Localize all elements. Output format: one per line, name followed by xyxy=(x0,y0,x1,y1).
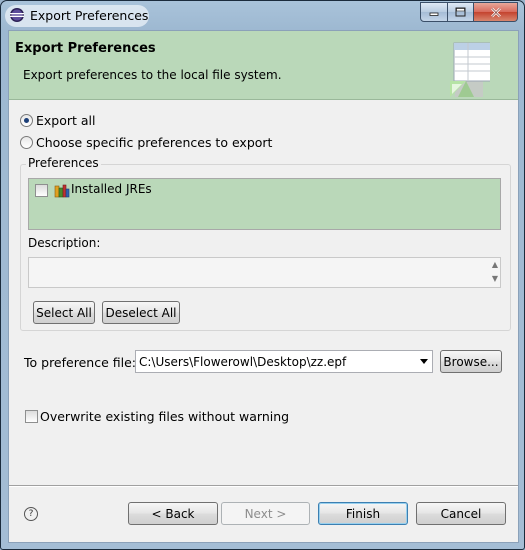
banner-description: Export preferences to the local file sys… xyxy=(23,68,282,82)
scroll-up-icon[interactable]: ▲ xyxy=(492,260,498,269)
wizard-banner: Export Preferences Export preferences to… xyxy=(9,31,518,100)
next-button: Next > xyxy=(221,502,310,525)
minimize-button[interactable] xyxy=(420,2,448,22)
window-title: Export Preferences xyxy=(30,8,149,23)
close-button[interactable] xyxy=(474,2,518,22)
eclipse-icon xyxy=(10,8,24,22)
minimize-icon xyxy=(429,12,439,16)
scroll-down-icon[interactable]: ▼ xyxy=(492,274,498,283)
overwrite-label[interactable]: Overwrite existing files without warning xyxy=(40,409,289,424)
maximize-icon xyxy=(455,7,466,17)
browse-button[interactable]: Browse... xyxy=(440,350,502,373)
description-label: Description: xyxy=(28,236,101,250)
choose-specific-radio[interactable] xyxy=(20,136,33,149)
choose-specific-label[interactable]: Choose specific preferences to export xyxy=(36,135,272,150)
select-all-button[interactable]: Select All xyxy=(33,301,95,324)
export-wizard-icon xyxy=(450,42,490,97)
title-bar[interactable]: Export Preferences xyxy=(1,1,524,30)
footer-separator xyxy=(9,485,518,487)
export-preferences-window: Export Preferences Export Preferences Ex… xyxy=(0,0,525,550)
installed-jres-checkbox[interactable] xyxy=(35,184,48,197)
overwrite-checkbox[interactable] xyxy=(25,410,38,423)
dialog-body: Export Preferences Export preferences to… xyxy=(8,30,519,543)
close-icon xyxy=(490,7,501,17)
jre-icon xyxy=(54,184,70,198)
radio-selected-dot xyxy=(24,118,29,123)
chevron-down-icon[interactable] xyxy=(420,359,428,364)
help-icon[interactable]: ? xyxy=(24,507,38,521)
preferences-group-label: Preferences xyxy=(26,156,101,170)
window-controls xyxy=(420,2,518,22)
export-all-radio[interactable] xyxy=(20,114,33,127)
maximize-button[interactable] xyxy=(448,2,474,22)
preference-file-value: C:\Users\Flowerowl\Desktop\zz.epf xyxy=(139,355,347,369)
preference-file-combo[interactable]: C:\Users\Flowerowl\Desktop\zz.epf xyxy=(135,350,433,373)
description-box: ▲ ▼ xyxy=(28,257,501,288)
export-all-label[interactable]: Export all xyxy=(36,113,96,128)
back-button[interactable]: < Back xyxy=(128,502,218,525)
cancel-button[interactable]: Cancel xyxy=(416,502,506,525)
deselect-all-button[interactable]: Deselect All xyxy=(102,301,180,324)
preference-file-label: To preference file: xyxy=(24,355,136,370)
preferences-list[interactable]: Installed JREs xyxy=(28,178,501,230)
banner-title: Export Preferences xyxy=(15,41,156,56)
finish-button[interactable]: Finish xyxy=(318,502,408,525)
installed-jres-label: Installed JREs xyxy=(71,182,152,196)
